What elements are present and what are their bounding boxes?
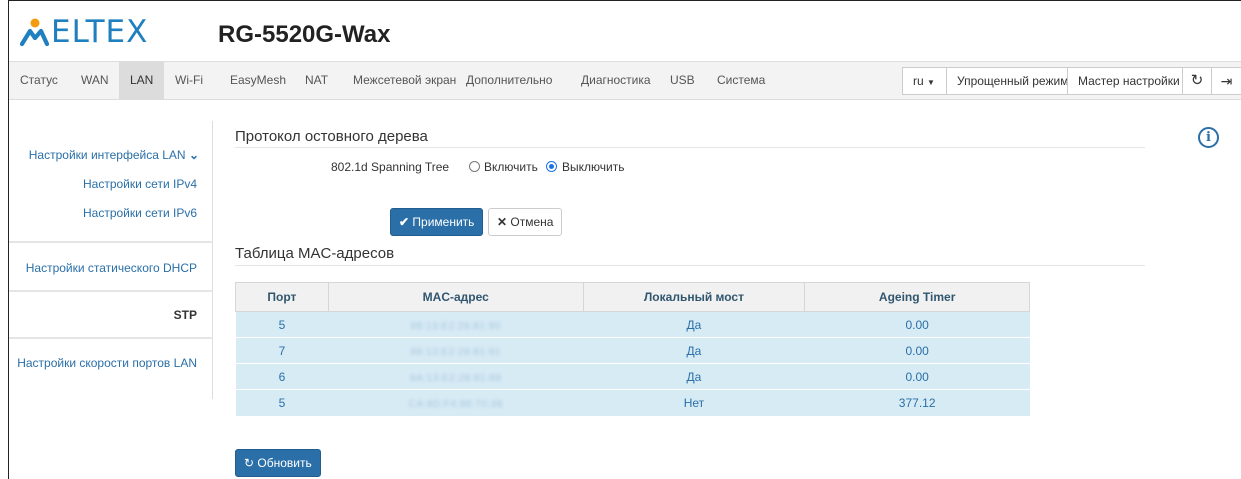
close-icon: ✕ xyxy=(497,215,508,229)
chevron-down-icon: ⌄ xyxy=(188,148,199,162)
cancel-button[interactable]: ✕ Отмена xyxy=(488,208,563,236)
page-header: ELTEX RG-5520G-Wax xyxy=(9,1,1241,61)
cell-local-bridge: Нет xyxy=(583,389,805,416)
nav-wifi[interactable]: Wi-Fi xyxy=(164,62,214,99)
column-header-mac: MAC-адрес xyxy=(327,282,584,312)
language-select[interactable]: ru ▼ xyxy=(902,67,947,95)
refresh-table-button[interactable]: ↻ Обновить xyxy=(235,449,321,477)
nav-advanced[interactable]: Дополнительно xyxy=(455,62,563,99)
table-row: 6 8A:13:E2:28:81:88 Да 0.00 xyxy=(235,363,1030,390)
cell-mac: 88:13:E2:28:81:90 xyxy=(328,311,584,338)
cell-mac: 88:13:E2:28:81:91 xyxy=(328,337,584,364)
refresh-button-label: Обновить xyxy=(257,456,312,470)
check-icon: ✔ xyxy=(399,215,410,229)
apply-button-label: Применить xyxy=(412,215,475,229)
mac-value-blurred: CA:8D:F4:88:70:38 xyxy=(408,398,503,410)
logo-wordmark: ELTEX xyxy=(51,14,149,50)
cell-local-bridge: Да xyxy=(583,311,805,338)
cancel-button-label: Отмена xyxy=(510,215,554,229)
nav-wan[interactable]: WAN xyxy=(70,62,120,99)
sidebar-item-label: Настройки интерфейса LAN xyxy=(28,148,186,162)
apply-button[interactable]: ✔ Применить xyxy=(390,208,484,236)
sidebar-item-port-speed[interactable]: Настройки скорости портов LAN xyxy=(17,356,197,370)
column-header-ageing-timer: Ageing Timer xyxy=(804,282,1030,312)
cell-ageing-timer: 377.12 xyxy=(804,389,1030,416)
nav-diagnostics[interactable]: Диагностика xyxy=(570,62,662,99)
device-model-title: RG-5520G-Wax xyxy=(218,21,391,48)
stp-field-label: 802.1d Spanning Tree xyxy=(331,160,450,174)
sidebar-divider xyxy=(9,337,213,339)
stp-section-title: Протокол остовного дерева xyxy=(235,128,428,145)
nav-easymesh[interactable]: EasyMesh xyxy=(219,62,297,99)
stp-enable-label[interactable]: Включить xyxy=(484,160,538,174)
cell-ageing-timer: 0.00 xyxy=(804,311,1030,338)
stp-enable-radio[interactable] xyxy=(469,161,480,172)
logout-icon[interactable]: ⇥ xyxy=(1211,67,1241,95)
nav-usb[interactable]: USB xyxy=(659,62,706,99)
cell-local-bridge: Да xyxy=(583,363,805,390)
cell-port: 6 xyxy=(235,363,329,390)
cell-port: 5 xyxy=(235,389,329,416)
cell-local-bridge: Да xyxy=(583,337,805,364)
column-header-port: Порт xyxy=(235,282,329,312)
table-header-row: Порт MAC-адрес Локальный мост Ageing Tim… xyxy=(235,282,1030,312)
mac-address-table: Порт MAC-адрес Локальный мост Ageing Tim… xyxy=(235,282,1030,416)
nav-lan[interactable]: LAN xyxy=(119,62,165,99)
column-header-local-bridge: Локальный мост xyxy=(582,282,806,312)
cell-ageing-timer: 0.00 xyxy=(804,337,1030,364)
simple-mode-button[interactable]: Упрощенный режим xyxy=(946,67,1080,95)
stp-disable-radio[interactable] xyxy=(546,161,557,172)
cell-mac: 8A:13:E2:28:81:88 xyxy=(328,363,584,390)
stp-disable-label[interactable]: Выключить xyxy=(562,160,624,174)
nav-system[interactable]: Система xyxy=(706,62,776,99)
nav-status[interactable]: Статус xyxy=(9,62,69,99)
info-icon[interactable]: i xyxy=(1198,127,1219,148)
refresh-icon: ↻ xyxy=(244,456,255,470)
sidebar-item-stp[interactable]: STP xyxy=(174,308,197,322)
table-row: 7 88:13:E2:28:81:91 Да 0.00 xyxy=(235,337,1030,364)
mac-value-blurred: 88:13:E2:28:81:91 xyxy=(410,346,501,358)
section-divider xyxy=(235,147,1145,148)
table-row: 5 CA:8D:F4:88:70:38 Нет 377.12 xyxy=(235,389,1030,416)
mac-value-blurred: 8A:13:E2:28:81:88 xyxy=(410,372,502,384)
setup-wizard-button[interactable]: Мастер настройки xyxy=(1067,67,1191,95)
eltex-logo-icon xyxy=(19,18,49,47)
sidebar-divider xyxy=(9,290,213,292)
cell-port: 7 xyxy=(235,337,329,364)
table-row: 5 88:13:E2:28:81:90 Да 0.00 xyxy=(235,311,1030,338)
sidebar-divider xyxy=(9,241,213,243)
language-value: ru xyxy=(913,74,924,88)
nav-firewall[interactable]: Межсетевой экран xyxy=(342,62,467,99)
eltex-logo[interactable]: ELTEX xyxy=(19,14,149,50)
cell-ageing-timer: 0.00 xyxy=(804,363,1030,390)
sidebar-item-ipv6[interactable]: Настройки сети IPv6 xyxy=(83,206,197,220)
main-navbar: Статус WAN LAN Wi-Fi EasyMesh NAT Межсет… xyxy=(9,61,1241,100)
sidebar-item-ipv4[interactable]: Настройки сети IPv4 xyxy=(83,177,197,191)
cell-mac: CA:8D:F4:88:70:38 xyxy=(328,389,584,416)
nav-nat[interactable]: NAT xyxy=(294,62,339,99)
mac-value-blurred: 88:13:E2:28:81:90 xyxy=(410,320,501,332)
caret-down-icon: ▼ xyxy=(927,78,935,87)
mac-table-title: Таблица MAC-адресов xyxy=(235,245,395,262)
section-divider xyxy=(235,265,1145,266)
sidebar-item-static-dhcp[interactable]: Настройки статического DHCP xyxy=(26,261,197,275)
refresh-icon[interactable]: ↻ xyxy=(1182,67,1212,95)
sidebar: Настройки интерфейса LAN ⌄ Настройки сет… xyxy=(9,121,213,399)
cell-port: 5 xyxy=(235,311,329,338)
sidebar-item-lan-interface[interactable]: Настройки интерфейса LAN ⌄ xyxy=(29,148,199,162)
